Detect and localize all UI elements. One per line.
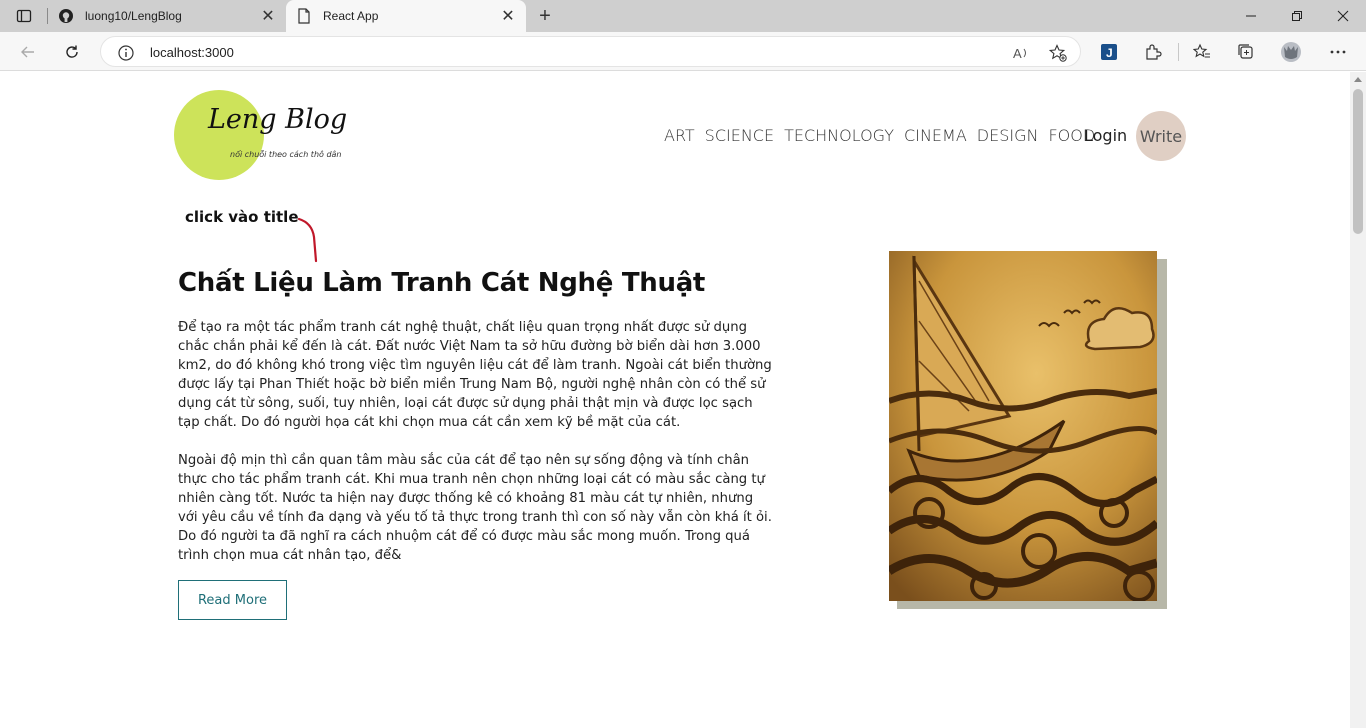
- tab-github[interactable]: luong10/LengBlog ✕: [48, 0, 286, 32]
- read-more-button[interactable]: Read More: [178, 580, 287, 620]
- address-url[interactable]: localhost:3000: [150, 45, 234, 60]
- address-bar[interactable]: localhost:3000 A: [100, 36, 1081, 67]
- close-icon[interactable]: ✕: [498, 6, 518, 26]
- logo-title: Leng Blog: [208, 104, 348, 135]
- extension-j-icon[interactable]: J: [1095, 38, 1123, 66]
- tab-react-app[interactable]: React App ✕: [286, 0, 526, 32]
- annotation-arrow: [297, 217, 318, 263]
- annotation-note: click vào title: [185, 208, 299, 226]
- nav-technology[interactable]: TECHNOLOGY: [784, 126, 894, 145]
- close-icon[interactable]: ✕: [258, 6, 278, 26]
- new-tab-icon[interactable]: +: [533, 4, 557, 28]
- minimize-icon[interactable]: [1228, 0, 1274, 32]
- info-icon[interactable]: [117, 44, 135, 62]
- login-link[interactable]: Login: [1084, 126, 1127, 145]
- browser-tab-bar: luong10/LengBlog ✕ React App ✕ +: [0, 0, 1366, 32]
- browser-toolbar: localhost:3000 A J: [0, 32, 1366, 71]
- back-icon[interactable]: [14, 38, 42, 66]
- nav-cinema[interactable]: CINEMA: [904, 126, 967, 145]
- profile-avatar-icon[interactable]: [1277, 38, 1305, 66]
- write-button[interactable]: Write: [1136, 111, 1186, 161]
- read-aloud-icon[interactable]: A: [1012, 43, 1032, 63]
- window-close-icon[interactable]: [1320, 0, 1366, 32]
- more-options-icon[interactable]: [1324, 38, 1352, 66]
- post-title[interactable]: Chất Liệu Làm Tranh Cát Nghệ Thuật: [178, 268, 705, 298]
- nav-design[interactable]: DESIGN: [977, 126, 1039, 145]
- site-logo[interactable]: Leng Blog nối chuỗi theo cách thô dân: [174, 90, 347, 182]
- write-label: Write: [1139, 126, 1183, 146]
- tab-actions-icon[interactable]: [8, 6, 40, 26]
- favorite-add-icon[interactable]: [1048, 43, 1068, 63]
- favorites-icon[interactable]: [1188, 38, 1216, 66]
- tab-title: React App: [323, 9, 379, 23]
- github-icon: [58, 8, 74, 24]
- svg-text:A: A: [1013, 46, 1022, 61]
- collections-icon[interactable]: [1232, 38, 1260, 66]
- nav-art[interactable]: ART: [664, 126, 695, 145]
- extensions-icon[interactable]: [1139, 38, 1167, 66]
- scroll-thumb[interactable]: [1353, 89, 1363, 234]
- logo-tagline: nối chuỗi theo cách thô dân: [230, 150, 342, 159]
- scroll-up-icon[interactable]: [1354, 77, 1362, 82]
- post-paragraph: Ngoài độ mịn thì cần quan tâm màu sắc củ…: [178, 453, 772, 563]
- tab-title: luong10/LengBlog: [85, 9, 182, 23]
- page-scrollbar[interactable]: [1350, 72, 1366, 728]
- page-content: Leng Blog nối chuỗi theo cách thô dân AR…: [0, 72, 1350, 728]
- post-description: Để tạo ra một tác phẩm tranh cát nghệ th…: [178, 318, 774, 584]
- category-nav: ART SCIENCE TECHNOLOGY CINEMA DESIGN FOO…: [664, 126, 1105, 145]
- restore-icon[interactable]: [1274, 0, 1320, 32]
- svg-text:J: J: [1106, 46, 1113, 60]
- nav-science[interactable]: SCIENCE: [705, 126, 774, 145]
- post-image: [889, 251, 1157, 601]
- toolbar-separator: [1178, 43, 1179, 61]
- post-paragraph: Để tạo ra một tác phẩm tranh cát nghệ th…: [178, 320, 772, 430]
- document-icon: [296, 8, 312, 24]
- refresh-icon[interactable]: [58, 38, 86, 66]
